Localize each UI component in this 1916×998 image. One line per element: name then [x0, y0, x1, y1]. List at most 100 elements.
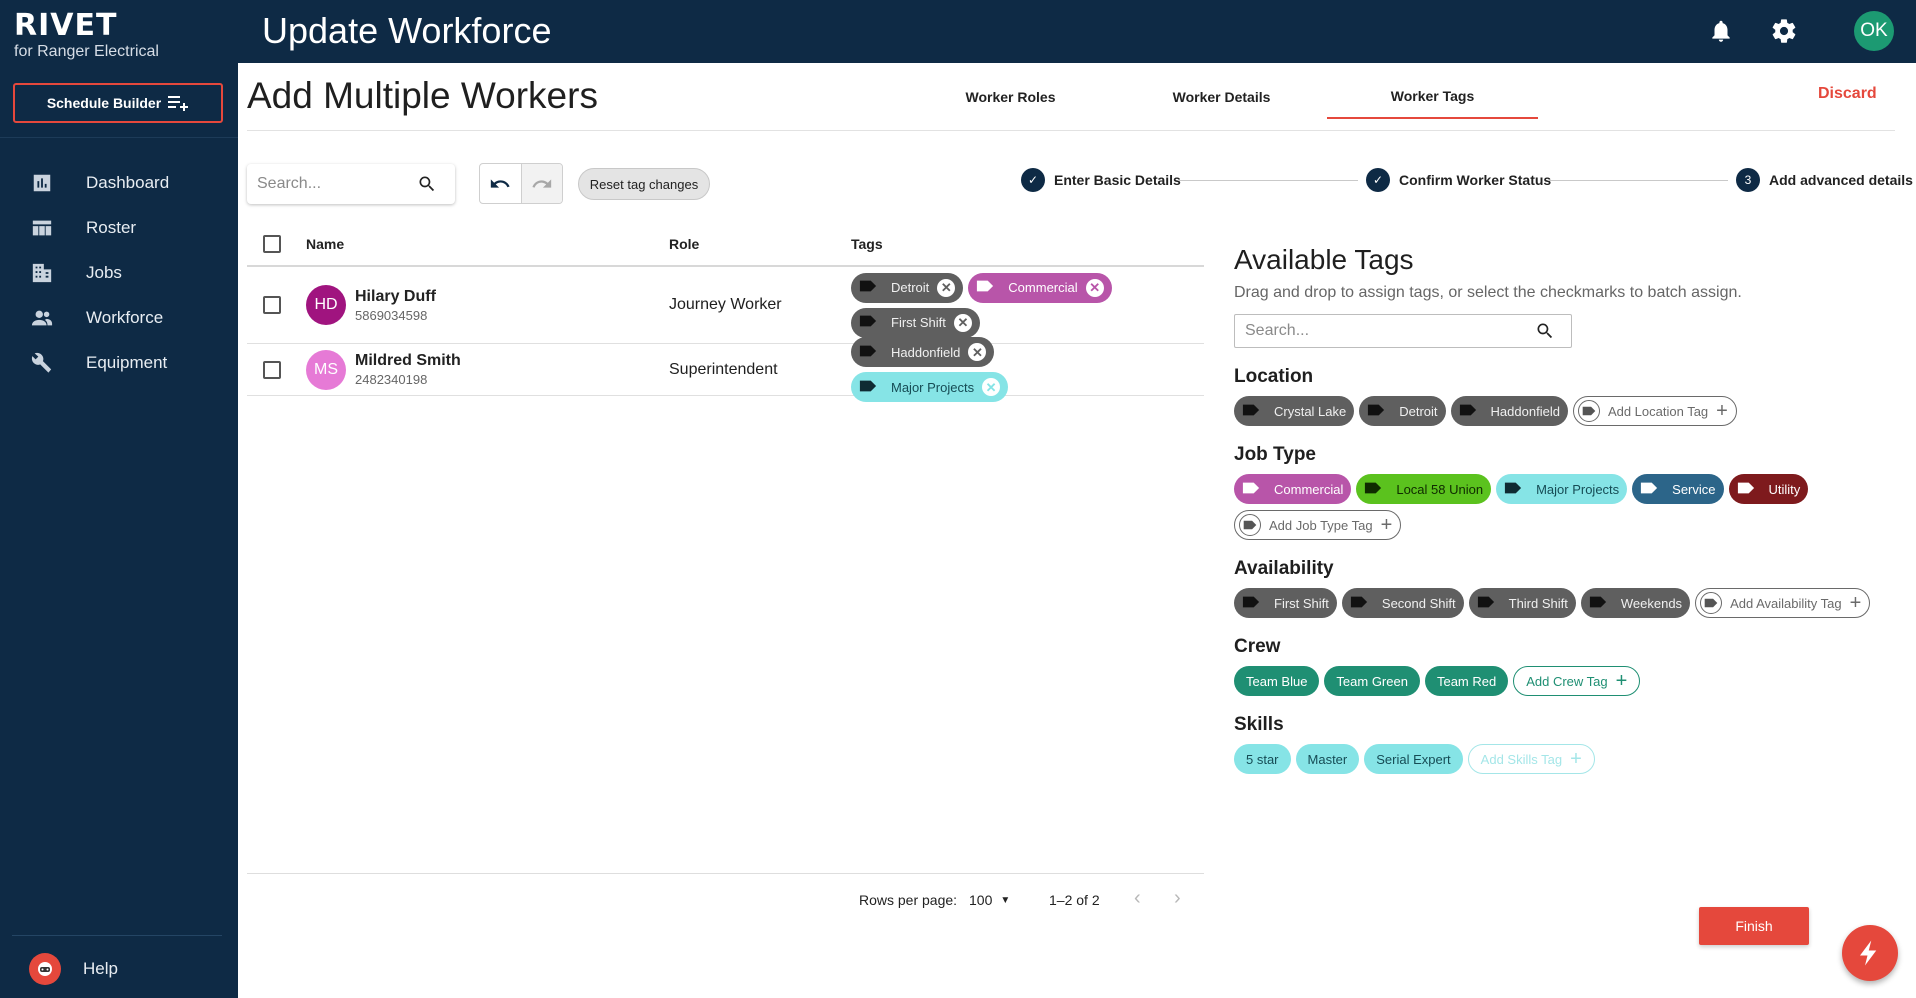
select-all-checkbox[interactable] [263, 234, 281, 253]
available-tag-haddonfield[interactable]: Haddonfield [1450, 396, 1568, 426]
remove-tag-icon[interactable]: ✕ [968, 343, 987, 361]
schedule-builder-button[interactable]: Schedule Builder [13, 83, 223, 123]
available-tag-team-red[interactable]: Team Red [1424, 666, 1509, 696]
worker-name: Mildred Smith [355, 352, 461, 369]
tag-icon [859, 379, 891, 396]
step-label: Confirm Worker Status [1399, 172, 1552, 188]
tab-worker-tags[interactable]: Worker Tags [1327, 75, 1538, 119]
finish-button[interactable]: Finish [1699, 907, 1809, 945]
quick-action-button[interactable] [1842, 925, 1898, 981]
add-location-tag-button[interactable]: Add Location Tag + [1572, 396, 1737, 426]
row-checkbox[interactable] [263, 296, 281, 314]
pagination-divider [247, 873, 1204, 874]
available-tag-detroit[interactable]: Detroit [1359, 396, 1446, 426]
remove-tag-icon[interactable]: ✕ [953, 313, 972, 332]
available-tag-service[interactable]: Service [1632, 474, 1724, 504]
add-skills-tag-button[interactable]: Add Skills Tag + [1467, 744, 1595, 774]
assigned-tag-first-shift[interactable]: First Shift ✕ [851, 307, 980, 338]
undo-button[interactable] [480, 164, 521, 203]
worker-name: Hilary Duff [355, 287, 436, 305]
available-tag-team-blue[interactable]: Team Blue [1234, 666, 1320, 696]
sidebar-item-dashboard[interactable]: Dashboard [0, 160, 238, 205]
step-add-advanced-details: 3 Add advanced details [1736, 168, 1913, 192]
available-tag-second-shift[interactable]: Second Shift [1341, 588, 1464, 618]
tag-icon [1477, 595, 1509, 612]
discard-button[interactable]: Discard [1818, 85, 1877, 103]
rows-per-page-select[interactable]: 100 ▼ [969, 892, 1010, 908]
tag-label: Utility [1768, 481, 1801, 497]
check-icon: ✓ [1021, 168, 1045, 192]
sidebar-item-jobs[interactable]: Jobs [0, 250, 238, 295]
sidebar-item-roster[interactable]: Roster [0, 205, 238, 250]
reset-tag-changes-button[interactable]: Reset tag changes [578, 168, 710, 200]
redo-button[interactable] [520, 164, 562, 203]
tag-label: Add Crew Tag [1526, 673, 1608, 689]
tab-bar: Worker Roles Worker Details Worker Tags [905, 75, 1538, 119]
remove-tag-icon[interactable]: ✕ [982, 378, 1001, 396]
help-link[interactable]: Help [29, 953, 118, 985]
tag-group-location: Crystal Lake Detroit Haddonfield Add Locati… [1234, 396, 1874, 426]
tag-icon [1459, 403, 1491, 420]
bell-icon[interactable] [1708, 18, 1734, 44]
tag-icon [1737, 481, 1769, 498]
worker-role: Superintendent [669, 360, 778, 378]
tag-group-title: Crew [1234, 636, 1281, 657]
available-tag-weekends[interactable]: Weekends [1580, 588, 1691, 618]
column-header-role[interactable]: Role [669, 236, 851, 252]
assigned-tag-detroit[interactable]: Detroit ✕ [851, 272, 964, 303]
available-tag-utility[interactable]: Utility [1728, 474, 1809, 504]
available-tag-local-58-union[interactable]: Local 58 Union [1356, 474, 1492, 504]
tag-search-input[interactable] [1245, 322, 1535, 340]
prev-page-button[interactable]: ‹ [1134, 887, 1141, 910]
add-crew-tag-button[interactable]: Add Crew Tag + [1513, 666, 1641, 696]
rows-per-page-value: 100 [969, 892, 993, 908]
brand-logo[interactable]: RIVET for Ranger Electrical [14, 10, 159, 61]
gear-icon[interactable] [1770, 17, 1798, 45]
available-tag-crystal-lake[interactable]: Crystal Lake [1234, 396, 1355, 426]
header-divider [247, 130, 1895, 131]
available-tag-major-projects[interactable]: Major Projects [1496, 474, 1628, 504]
assigned-tag-commercial[interactable]: Commercial ✕ [968, 272, 1112, 303]
tag-icon [1504, 481, 1536, 498]
tag-search [1234, 314, 1572, 348]
table-row[interactable]: HD Hilary Duff 5869034598 Journey Worker Det… [247, 267, 1204, 344]
step-enter-basic-details: ✓ Enter Basic Details [1021, 168, 1181, 192]
tag-group-title: Location [1234, 366, 1314, 387]
tag-groups: Location Crystal Lake Detroit Haddonfield Ad… [1234, 366, 1894, 774]
redo-icon [532, 178, 552, 188]
available-tag-master[interactable]: Master [1295, 744, 1360, 774]
assigned-tag-major-projects[interactable]: Major Projects ✕ [851, 372, 1009, 402]
available-tag-5-star[interactable]: 5 star [1234, 744, 1291, 774]
tag-group-title: Availability [1234, 558, 1334, 579]
tab-worker-roles[interactable]: Worker Roles [905, 75, 1116, 119]
user-avatar[interactable]: OK [1854, 11, 1894, 51]
sidebar: RIVET for Ranger Electrical Schedule Bui… [0, 0, 238, 998]
next-page-button[interactable]: › [1174, 887, 1181, 910]
workforce-icon [30, 306, 54, 330]
sidebar-item-equipment[interactable]: Equipment [0, 340, 238, 385]
available-tag-third-shift[interactable]: Third Shift [1468, 588, 1576, 618]
add-availability-tag-button[interactable]: Add Availability Tag + [1695, 588, 1871, 618]
row-checkbox[interactable] [263, 360, 281, 379]
worker-tags[interactable]: Detroit ✕ Commercial ✕ First Shift ✕ [851, 272, 1141, 338]
tag-icon [1242, 481, 1274, 498]
add-job-type-tag-button[interactable]: Add Job Type Tag + [1234, 510, 1402, 540]
available-tag-first-shift[interactable]: First Shift [1234, 588, 1337, 618]
available-tag-commercial[interactable]: Commercial [1234, 474, 1352, 504]
step-confirm-worker-status: ✓ Confirm Worker Status [1366, 168, 1551, 192]
tab-worker-details[interactable]: Worker Details [1116, 75, 1327, 119]
column-header-name[interactable]: Name [306, 236, 669, 252]
search-icon[interactable] [417, 174, 437, 194]
tag-group-crew: Team Blue Team Green Team Red Add Crew Tag + [1234, 666, 1874, 696]
assigned-tag-haddonfield[interactable]: Haddonfield ✕ [851, 337, 995, 367]
tag-label: Haddonfield [1490, 403, 1560, 419]
remove-tag-icon[interactable]: ✕ [937, 278, 956, 297]
worker-tags[interactable]: Haddonfield ✕ Major Projects ✕ [851, 337, 1141, 402]
table-row[interactable]: MS Mildred Smith 2482340198 Superintendent H… [247, 337, 1204, 402]
available-tag-serial-expert[interactable]: Serial Expert [1364, 744, 1463, 774]
sidebar-item-workforce[interactable]: Workforce [0, 295, 238, 340]
search-icon[interactable] [1535, 321, 1555, 341]
worker-search-input[interactable] [257, 175, 417, 193]
remove-tag-icon[interactable]: ✕ [1085, 278, 1104, 297]
available-tag-team-green[interactable]: Team Green [1324, 666, 1420, 696]
